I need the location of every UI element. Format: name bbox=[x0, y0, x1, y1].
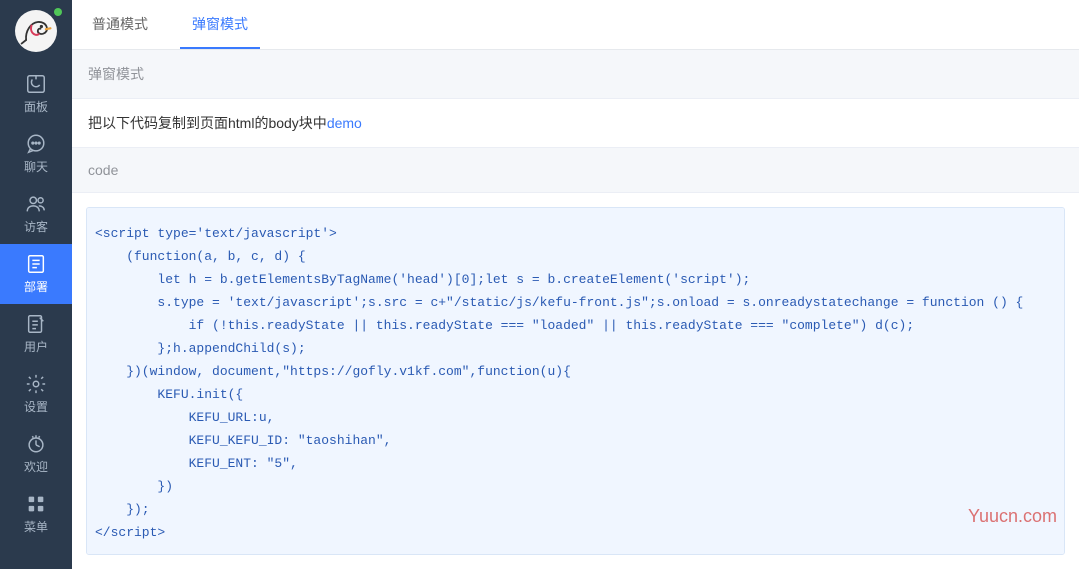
code-block[interactable]: <script type='text/javascript'> (functio… bbox=[86, 207, 1065, 555]
sidebar-item-deploy[interactable]: 部署 bbox=[0, 244, 72, 304]
main-content: 普通模式 弹窗模式 弹窗模式 把以下代码复制到页面html的body块中demo… bbox=[72, 0, 1079, 569]
sidebar-item-label: 用户 bbox=[24, 338, 48, 355]
welcome-icon bbox=[25, 433, 47, 455]
sidebar: 面板 聊天 访客 部署 用户 bbox=[0, 0, 72, 569]
settings-icon bbox=[25, 373, 47, 395]
sidebar-item-label: 欢迎 bbox=[24, 458, 48, 475]
demo-link[interactable]: demo bbox=[327, 115, 362, 131]
tabs: 普通模式 弹窗模式 bbox=[72, 0, 1079, 50]
chat-icon bbox=[25, 133, 47, 155]
sidebar-item-label: 访客 bbox=[24, 218, 48, 235]
visitor-icon bbox=[25, 193, 47, 215]
avatar bbox=[15, 10, 57, 52]
sidebar-item-label: 聊天 bbox=[24, 158, 48, 175]
sidebar-item-label: 部署 bbox=[24, 278, 48, 295]
sidebar-item-welcome[interactable]: 欢迎 bbox=[0, 424, 72, 484]
bird-icon bbox=[18, 13, 54, 49]
user-icon bbox=[25, 313, 47, 335]
section-title: 弹窗模式 bbox=[72, 50, 1079, 99]
tab-label: 普通模式 bbox=[92, 14, 148, 34]
sidebar-item-visitor[interactable]: 访客 bbox=[0, 184, 72, 244]
sidebar-item-menu[interactable]: 菜单 bbox=[0, 484, 72, 544]
instruction-row: 把以下代码复制到页面html的body块中demo bbox=[72, 99, 1079, 148]
menu-icon bbox=[25, 493, 47, 515]
sidebar-item-label: 设置 bbox=[24, 398, 48, 415]
sidebar-item-panel[interactable]: 面板 bbox=[0, 64, 72, 124]
instruction-text: 把以下代码复制到页面html的body块中 bbox=[88, 115, 327, 131]
tab-popup-mode[interactable]: 弹窗模式 bbox=[180, 0, 260, 49]
avatar-wrap[interactable] bbox=[0, 0, 72, 64]
sidebar-item-user[interactable]: 用户 bbox=[0, 304, 72, 364]
status-dot bbox=[54, 8, 62, 16]
sidebar-item-settings[interactable]: 设置 bbox=[0, 364, 72, 424]
deploy-icon bbox=[25, 253, 47, 275]
tab-normal-mode[interactable]: 普通模式 bbox=[80, 0, 160, 49]
panel-icon bbox=[25, 73, 47, 95]
sidebar-item-label: 面板 bbox=[24, 98, 48, 115]
sidebar-item-label: 菜单 bbox=[24, 518, 48, 535]
code-header: code bbox=[72, 148, 1079, 193]
tab-label: 弹窗模式 bbox=[192, 14, 248, 34]
sidebar-item-chat[interactable]: 聊天 bbox=[0, 124, 72, 184]
